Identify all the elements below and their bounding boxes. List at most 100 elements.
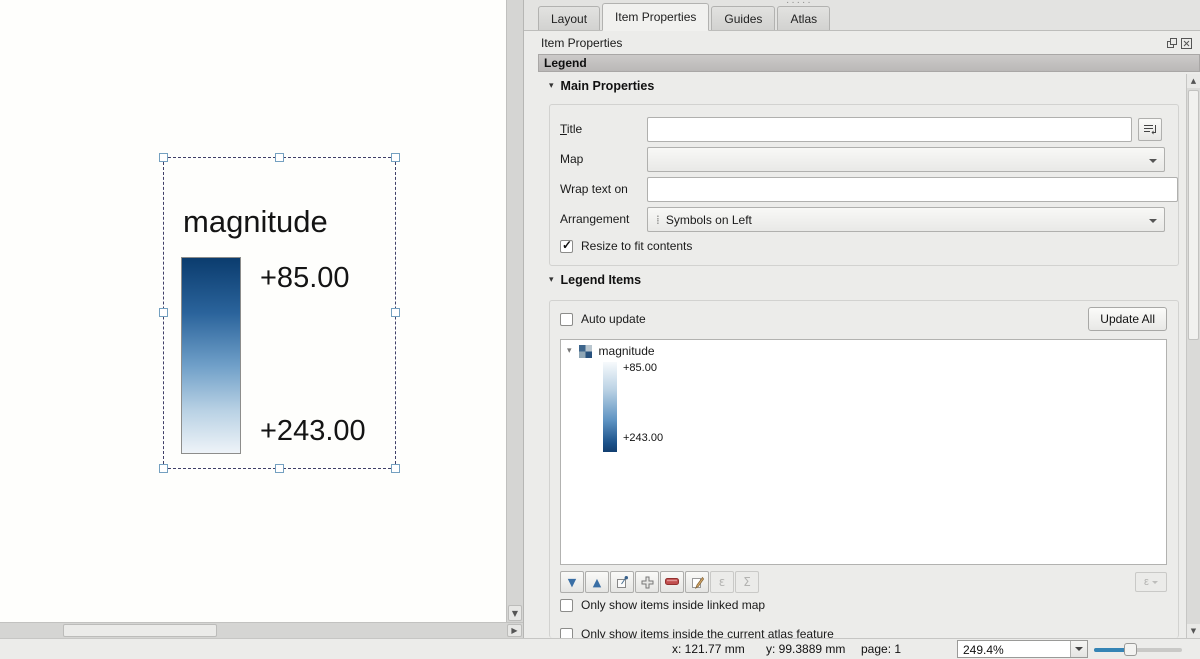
tree-min-value: +243.00 (623, 432, 663, 444)
check-icon: ✓ (562, 238, 572, 252)
zoom-slider-thumb[interactable] (1124, 643, 1137, 656)
auto-update-checkbox[interactable]: Auto update (560, 312, 646, 326)
wrap-text-label: Wrap text on (560, 182, 628, 196)
edit-item-button[interactable] (685, 571, 709, 593)
selected-legend-item[interactable]: magnitude +85.00 +243.00 (163, 157, 396, 469)
tree-item-magnitude[interactable]: ▾ magnitude (567, 344, 655, 358)
arrangement-label: Arrangement (560, 212, 629, 226)
data-defined-override-button[interactable]: ε (1135, 572, 1167, 592)
layout-canvas[interactable]: magnitude +85.00 +243.00 (0, 0, 506, 622)
wrap-text-input[interactable] (647, 177, 1178, 202)
only-show-atlas-feature-checkbox[interactable]: Only show items inside the current atlas… (560, 627, 834, 638)
tab-layout[interactable]: Layout (538, 6, 600, 30)
pencil-icon (691, 576, 704, 589)
legend-items-tree[interactable]: ▾ magnitude +85.00 +243.00 (560, 339, 1167, 565)
properties-scroll-area: ▾ Main Properties Title Map Wrap te (538, 72, 1187, 638)
legend-min-value: +243.00 (260, 415, 366, 448)
plus-icon (641, 576, 654, 589)
legend-max-value: +85.00 (260, 262, 350, 295)
zoom-level-value: 249.4% (958, 641, 1070, 657)
add-group-icon (615, 575, 629, 589)
selection-handle[interactable] (159, 464, 168, 473)
qgis-layout-window: magnitude +85.00 +243.00 ▼ ▶ ····· Layou… (0, 0, 1200, 659)
add-item-button[interactable] (635, 571, 659, 593)
title-label: Title (560, 122, 582, 136)
scroll-up-button[interactable]: ▲ (1187, 74, 1200, 88)
raster-layer-icon (579, 345, 592, 358)
panel-scroll-thumb[interactable] (1188, 90, 1199, 340)
chevron-down-icon (1075, 647, 1083, 651)
canvas-horizontal-scrollbar[interactable]: ▶ (0, 622, 523, 638)
zoom-level-combobox[interactable]: 249.4% (957, 640, 1088, 658)
selection-handle[interactable] (159, 308, 168, 317)
dock-float-button[interactable] (1166, 37, 1178, 49)
canvas-vertical-scrollbar[interactable]: ▼ (506, 0, 523, 622)
feature-count-button[interactable]: Σ (735, 571, 759, 593)
dock-close-button[interactable] (1180, 37, 1192, 49)
scroll-down-button[interactable]: ▼ (508, 605, 522, 621)
move-item-up-button[interactable]: ▲ (585, 571, 609, 593)
legend-gradient-ramp (181, 257, 241, 454)
add-group-button[interactable] (610, 571, 634, 593)
float-icon (1167, 38, 1178, 49)
selection-handle[interactable] (391, 308, 400, 317)
status-bar: x: 121.77 mm y: 99.3889 mm page: 1 249.4… (0, 638, 1200, 659)
title-input[interactable] (647, 117, 1132, 142)
tree-item-label: magnitude (599, 344, 655, 358)
selection-handle[interactable] (275, 464, 284, 473)
legend-title-text: magnitude (183, 204, 328, 240)
update-all-button[interactable]: Update All (1088, 307, 1167, 331)
move-item-down-button[interactable]: ▼ (560, 571, 584, 593)
move-up-icon: ▲ (593, 576, 601, 589)
page-readout: page: 1 (861, 642, 901, 656)
cursor-x-readout: x: 121.77 mm (672, 642, 745, 656)
scroll-up-icon: ▲ (1191, 77, 1196, 85)
collapse-arrow-icon: ▾ (549, 275, 554, 285)
main-properties-header[interactable]: ▾ Main Properties (549, 79, 654, 93)
item-properties-panel: ····· Layout Item Properties Guides Atla… (523, 0, 1200, 638)
checkbox-unchecked[interactable] (560, 313, 573, 326)
arrangement-combobox[interactable]: ⁞ Symbols on Left (647, 207, 1165, 232)
item-type-header: Legend (538, 54, 1200, 72)
horizontal-scroll-thumb[interactable] (63, 624, 217, 637)
chevron-down-icon (1152, 581, 1158, 584)
map-combobox[interactable] (647, 147, 1165, 172)
arrangement-value: Symbols on Left (666, 213, 752, 227)
selection-handle[interactable] (159, 153, 168, 162)
move-down-icon: ▼ (568, 576, 576, 589)
main-properties-group: Title Map Wrap text on Arrangement (549, 104, 1179, 266)
tree-max-value: +85.00 (623, 362, 657, 374)
arrangement-preview-icon: ⁞ (648, 213, 666, 227)
tab-item-properties[interactable]: Item Properties (602, 3, 709, 31)
zoom-dropdown-button[interactable] (1070, 641, 1087, 657)
checkbox-checked[interactable]: ✓ (560, 240, 573, 253)
minus-icon (665, 578, 679, 586)
remove-item-button[interactable] (660, 571, 684, 593)
insert-expression-icon (1142, 123, 1158, 136)
chevron-down-icon (1149, 219, 1157, 223)
title-expression-button[interactable] (1138, 118, 1162, 141)
tab-guides[interactable]: Guides (711, 6, 775, 30)
selection-handle[interactable] (391, 464, 400, 473)
dock-title: Item Properties (541, 36, 622, 50)
chevron-down-icon (1149, 159, 1157, 163)
checkbox-unchecked[interactable] (560, 599, 573, 612)
scroll-down-button[interactable]: ▼ (1187, 624, 1200, 638)
panel-tab-bar: ····· Layout Item Properties Guides Atla… (524, 0, 1200, 31)
checkbox-unchecked[interactable] (560, 628, 573, 639)
tab-atlas[interactable]: Atlas (777, 6, 830, 30)
sigma-icon: Σ (743, 575, 751, 589)
only-show-linked-map-checkbox[interactable]: Only show items inside linked map (560, 598, 765, 612)
scroll-right-button[interactable]: ▶ (507, 624, 522, 637)
legend-items-header[interactable]: ▾ Legend Items (549, 273, 641, 287)
zoom-slider[interactable] (1094, 648, 1182, 652)
selection-handle[interactable] (391, 153, 400, 162)
data-defined-icon: ε (1144, 576, 1149, 588)
tree-gradient-ramp (603, 362, 617, 452)
legend-items-group: Auto update Update All ▾ magnitu (549, 300, 1179, 638)
expander-icon[interactable]: ▾ (567, 346, 572, 356)
resize-to-fit-checkbox[interactable]: ✓ Resize to fit contents (560, 239, 692, 253)
edit-expression-button[interactable]: ε (710, 571, 734, 593)
panel-vertical-scrollbar[interactable]: ▲ ▼ (1186, 74, 1200, 638)
selection-handle[interactable] (275, 153, 284, 162)
